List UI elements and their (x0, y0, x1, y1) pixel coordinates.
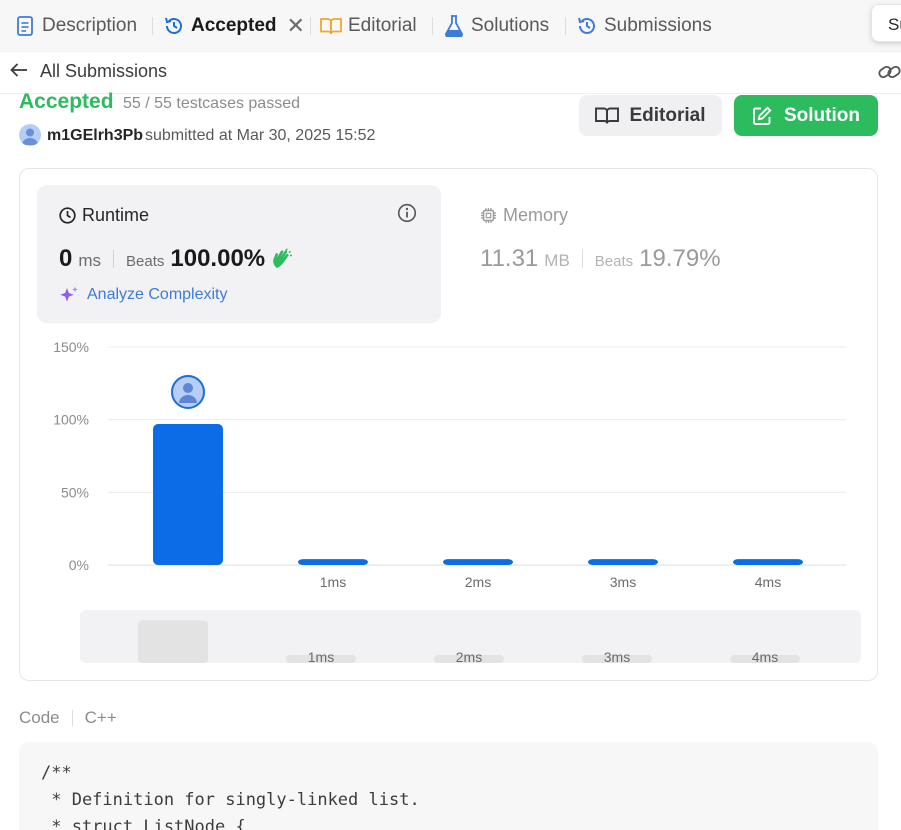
tab-divider (310, 17, 311, 35)
y-tick-label: 0% (69, 557, 89, 573)
tab-divider (432, 17, 433, 35)
minimap-tick-label: 1ms (308, 649, 334, 665)
tab-label: Solutions (471, 15, 550, 36)
testcases-passed: 55 / 55 testcases passed (123, 95, 300, 112)
code-block[interactable]: /** * Definition for singly-linked list.… (19, 742, 878, 830)
x-tick-label: 3ms (610, 574, 636, 590)
runtime-distribution-chart[interactable]: 150% 100% 50% 0% 1ms 2ms 3ms 4ms 1ms 2ms 3ms 4ms (20, 169, 877, 680)
minimap-tick-label: 2ms (456, 649, 482, 665)
tab-divider (152, 17, 153, 35)
submitted-info: submitted at Mar 30, 2025 15:52 (145, 127, 375, 145)
tab-description[interactable]: Description (14, 0, 137, 52)
code-label: Code (19, 708, 60, 727)
code-line: * Definition for singly-linked list. (41, 790, 420, 810)
avatar[interactable] (19, 124, 41, 146)
flask-icon (443, 15, 465, 37)
y-tick-label: 50% (61, 484, 89, 500)
all-submissions-link[interactable]: All Submissions (10, 61, 167, 82)
submitted-prefix: submitted at (145, 127, 233, 144)
solution-label: Solution (784, 104, 860, 126)
code-line: /** (41, 763, 72, 783)
code-language: C++ (84, 708, 117, 727)
tab-label: Description (42, 15, 138, 36)
tab-solutions[interactable]: Solutions (443, 0, 549, 52)
chart-bar (588, 559, 658, 565)
minimap-tick-label: 4ms (752, 649, 778, 665)
tab-divider (565, 17, 566, 35)
divider (71, 710, 73, 726)
performance-card: Runtime 0 ms Beats 100.00% Analyze Compl… (19, 168, 878, 681)
tab-label: Editorial (348, 15, 417, 36)
tab-label: Submissions (604, 15, 712, 36)
tab-editorial[interactable]: Editorial (320, 0, 417, 52)
chart-bar (443, 559, 513, 565)
book-icon (595, 107, 620, 125)
x-tick-label: 4ms (755, 574, 781, 590)
submission-status: Accepted (19, 90, 114, 113)
tab-bar: Description Accepted ✕ Editorial Solutio… (0, 0, 901, 52)
chart-bar (733, 559, 803, 565)
history-icon (576, 15, 598, 37)
history-icon (163, 15, 185, 37)
tab-submissions[interactable]: Submissions (576, 0, 712, 52)
username-link[interactable]: m1GElrh3Pb (47, 127, 143, 145)
description-icon (14, 15, 36, 37)
x-tick-label: 1ms (320, 574, 346, 590)
y-tick-label: 100% (53, 412, 89, 428)
x-tick-label: 2ms (465, 574, 491, 590)
editorial-label: Editorial (629, 104, 706, 126)
minimap-bar (138, 620, 208, 663)
code-header: Code C++ (19, 708, 117, 728)
editorial-button[interactable]: Editorial (579, 95, 722, 136)
minimap-tick-label: 3ms (604, 649, 630, 665)
submitted-date: Mar 30, 2025 15:52 (236, 127, 376, 144)
arrow-left-icon (10, 61, 28, 82)
close-icon[interactable]: ✕ (287, 13, 305, 39)
y-tick-label: 150% (53, 339, 89, 355)
corner-popup[interactable]: Su (871, 4, 901, 42)
edit-icon (752, 105, 772, 126)
chart-bar (298, 559, 368, 565)
chart-bar (153, 424, 223, 565)
submission-subheader: All Submissions (0, 52, 901, 94)
book-icon (320, 15, 342, 37)
code-line: * struct ListNode { (41, 817, 246, 830)
tab-label: Accepted (191, 15, 277, 36)
back-label: All Submissions (40, 61, 168, 81)
link-icon[interactable] (878, 62, 901, 87)
avatar-head (183, 383, 193, 394)
solution-button[interactable]: Solution (734, 95, 878, 136)
tab-accepted[interactable]: Accepted ✕ (163, 0, 305, 52)
